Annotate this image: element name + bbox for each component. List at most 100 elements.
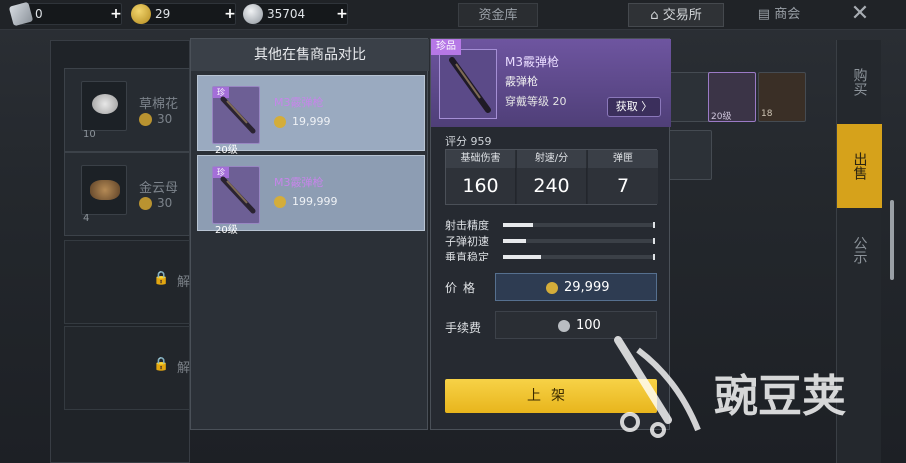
gold-coin-icon — [139, 113, 152, 126]
lock-icon: 🔒 — [153, 357, 170, 372]
shop-icon: ▤ — [757, 7, 775, 22]
compare-title: 其他在售商品对比 — [191, 39, 429, 71]
accuracy-bar-fill — [503, 223, 534, 227]
item-name: M3霰弹枪 — [505, 55, 559, 69]
price-label: 价格 — [445, 281, 482, 295]
card-price: 199,999 — [292, 195, 338, 208]
unlock-label: 解 — [177, 275, 191, 290]
voucher-currency: 0 + — [8, 1, 123, 27]
exchange-label: 交易所 — [662, 8, 702, 23]
exchange-icon: ⌂ — [650, 8, 663, 23]
fee-value: 100 — [576, 318, 601, 333]
shotgun-image — [220, 96, 256, 134]
item-name: 草棉花 — [139, 97, 179, 112]
tab-buy-label: 购买 — [851, 68, 868, 96]
watermark-text: 豌豆荚 — [714, 371, 846, 422]
market-cell[interactable] — [664, 72, 712, 122]
stat-value: 240 — [517, 168, 587, 204]
close-icon[interactable]: ✕ — [848, 2, 872, 26]
silver-coin-icon — [243, 4, 263, 24]
shotgun-icon: 珍 20级 — [212, 86, 260, 156]
watermark-logo — [614, 336, 701, 438]
shotgun-icon — [439, 49, 497, 119]
cell-level: 20级 — [711, 112, 732, 122]
accuracy-bar — [503, 222, 655, 228]
bar-label: 垂直稳定 — [445, 251, 489, 261]
card-name: M3霰弹枪 — [274, 96, 324, 109]
stat-value: 7 — [588, 168, 658, 204]
compare-panel: 其他在售商品对比 珍 20级 M3霰弹枪 19,999 珍 20级 M3霰弹枪 … — [190, 38, 429, 430]
cotton-icon — [81, 81, 127, 131]
shotgun-icon: 珍 20级 — [212, 166, 260, 236]
stat-header: 基础伤害 — [446, 150, 516, 168]
market-cell[interactable]: 18 — [758, 72, 806, 122]
card-level: 20级 — [215, 145, 238, 156]
cell-qty: 18 — [761, 109, 773, 119]
tab-buy[interactable]: 购买 — [837, 40, 882, 124]
gold-coin-icon — [139, 197, 152, 210]
item-header: 珍品 M3霰弹枪 霰弹枪 穿戴等级 20 获取 〉 — [431, 39, 671, 127]
list-item[interactable]: 金云母 30 4 — [64, 152, 190, 236]
gold-coin-icon — [546, 282, 558, 294]
tab-sell-label: 出售 — [851, 152, 868, 180]
vault-label: 资金库 — [478, 8, 518, 23]
unlock-label: 解 — [177, 361, 191, 376]
bar-label: 射击精度 — [445, 219, 489, 232]
get-button[interactable]: 获取 〉 — [607, 97, 661, 117]
compare-card[interactable]: 珍 20级 M3霰弹枪 199,999 — [197, 155, 425, 236]
item-qty: 10 — [83, 129, 96, 140]
locked-slot[interactable]: 🔒 解 — [64, 240, 190, 324]
tab-sell[interactable]: 出售 — [837, 124, 882, 208]
tab-shop[interactable]: ▤ 商会 — [736, 3, 822, 27]
top-bar: 0 + 29 + 35704 + 资金库 ⌂ 交易所 ▤ 商会 ✕ — [0, 0, 906, 30]
fee-label: 手续费 — [445, 321, 482, 335]
gold-coin-icon — [131, 4, 151, 24]
tab-notice[interactable]: 公示 — [837, 208, 882, 292]
gold-coin-icon — [274, 116, 286, 128]
scrollbar[interactable] — [890, 200, 894, 280]
shop-label: 商会 — [774, 7, 801, 22]
silver-coin-icon — [558, 320, 570, 332]
price-value: 29,999 — [564, 280, 610, 295]
tab-exchange[interactable]: ⌂ 交易所 — [628, 3, 724, 27]
voucher-icon — [8, 1, 34, 27]
silver-currency: 35704 + — [243, 3, 349, 25]
mica-icon — [81, 165, 127, 215]
stat-header: 射速/分 — [517, 150, 587, 168]
silver-value: 35704 — [267, 7, 306, 21]
stats-table: 基础伤害 射速/分 弹匣 160 240 7 — [445, 149, 658, 205]
velocity-bar-fill — [503, 239, 526, 243]
list-item[interactable]: 草棉花 30 10 — [64, 68, 190, 152]
stability-bar — [503, 254, 655, 260]
bar-label: 子弹初速 — [445, 235, 489, 248]
item-price: 30 — [157, 196, 173, 210]
gold-coin-icon — [274, 196, 286, 208]
add-voucher-button[interactable]: + — [109, 7, 123, 21]
shotgun-image — [220, 176, 256, 214]
locked-slot[interactable]: 🔒 解 — [64, 326, 190, 410]
gold-value: 29 — [155, 7, 171, 21]
price-input[interactable]: 29,999 — [495, 273, 657, 301]
stability-bar-fill — [503, 255, 541, 259]
vault-button[interactable]: 资金库 — [458, 3, 538, 27]
item-qty: 4 — [83, 213, 90, 224]
voucher-value: 0 — [35, 7, 43, 21]
rarity-badge: 珍品 — [431, 39, 461, 55]
item-score: 评分 959 — [445, 135, 492, 148]
equip-level: 穿戴等级 20 — [505, 95, 567, 108]
item-type: 霰弹枪 — [505, 75, 538, 88]
shotgun-image — [449, 57, 491, 113]
stat-header: 弹匣 — [588, 150, 658, 168]
gold-currency: 29 + — [131, 3, 237, 25]
add-silver-button[interactable]: + — [335, 7, 349, 21]
velocity-bar — [503, 238, 655, 244]
stat-value: 160 — [446, 168, 516, 204]
card-name: M3霰弹枪 — [274, 176, 324, 189]
card-level: 20级 — [215, 225, 238, 236]
lock-icon: 🔒 — [153, 271, 170, 286]
item-name: 金云母 — [139, 181, 179, 196]
add-gold-button[interactable]: + — [223, 7, 237, 21]
market-cell[interactable] — [664, 130, 712, 180]
market-cell[interactable]: 20级 — [708, 72, 756, 122]
compare-card[interactable]: 珍 20级 M3霰弹枪 19,999 — [197, 75, 425, 156]
